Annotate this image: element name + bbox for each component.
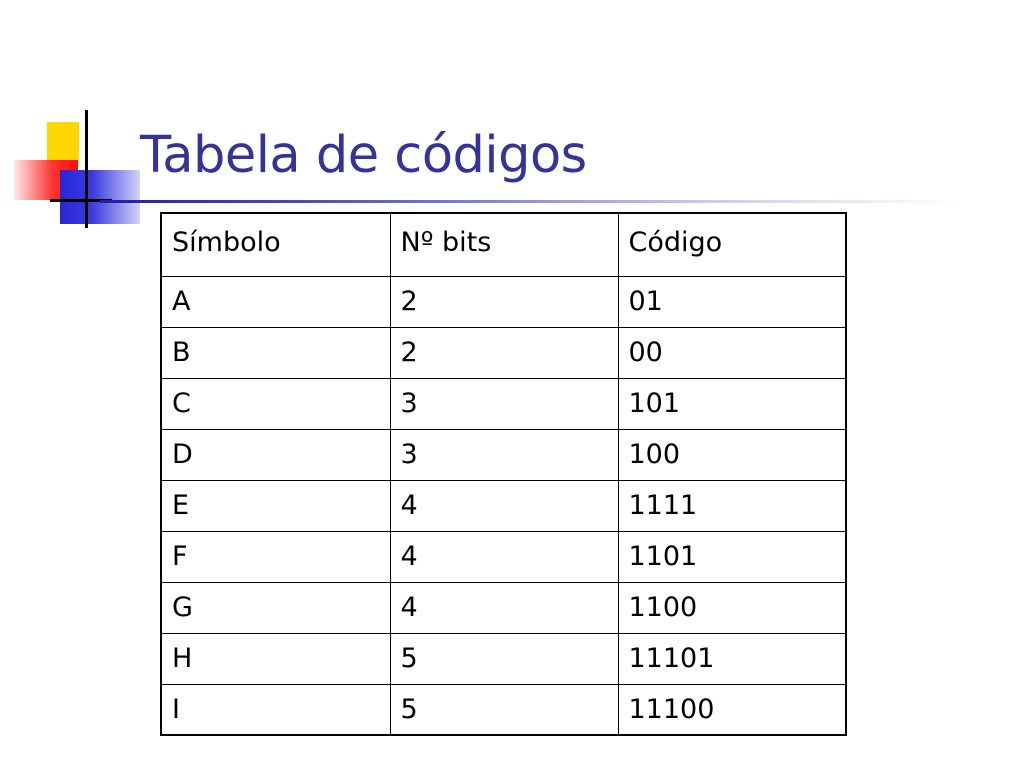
title-underline <box>100 200 960 203</box>
code-cell: 1101 <box>617 530 847 583</box>
code-table: Símbolo Nº bits Código A 2 01 B 2 00 C 3… <box>160 212 847 736</box>
table-row: E 4 1111 <box>160 479 847 532</box>
code-cell: 01 <box>617 275 847 328</box>
code-cell: 1111 <box>617 479 847 532</box>
symbol-cell: H <box>160 632 391 685</box>
table-row: A 2 01 <box>160 275 847 328</box>
yellow-square-decoration <box>47 122 79 162</box>
column-header-bits: Nº bits <box>389 212 619 277</box>
symbol-cell: F <box>160 530 391 583</box>
code-cell: 11101 <box>617 632 847 685</box>
symbol-cell: E <box>160 479 391 532</box>
code-cell: 11100 <box>617 683 847 736</box>
table-row: I 5 11100 <box>160 683 847 736</box>
symbol-cell: D <box>160 428 391 481</box>
symbol-cell: G <box>160 581 391 634</box>
slide: Tabela de códigos Símbolo Nº bits Código… <box>0 0 1024 768</box>
code-cell: 00 <box>617 326 847 379</box>
vertical-line-decoration <box>85 110 88 228</box>
bits-cell: 3 <box>389 428 619 481</box>
code-cell: 1100 <box>617 581 847 634</box>
table-row: B 2 00 <box>160 326 847 379</box>
column-header-code: Código <box>617 212 847 277</box>
bits-cell: 4 <box>389 530 619 583</box>
column-header-symbol: Símbolo <box>160 212 391 277</box>
blue-square-decoration <box>60 170 140 224</box>
table-row: H 5 11101 <box>160 632 847 685</box>
bits-cell: 4 <box>389 581 619 634</box>
bits-cell: 5 <box>389 632 619 685</box>
code-cell: 101 <box>617 377 847 430</box>
code-cell: 100 <box>617 428 847 481</box>
bits-cell: 3 <box>389 377 619 430</box>
symbol-cell: B <box>160 326 391 379</box>
symbol-cell: I <box>160 683 391 736</box>
table-row: G 4 1100 <box>160 581 847 634</box>
bits-cell: 2 <box>389 326 619 379</box>
decorative-logo <box>0 0 160 240</box>
bits-cell: 5 <box>389 683 619 736</box>
table-header-row: Símbolo Nº bits Código <box>160 212 847 277</box>
symbol-cell: C <box>160 377 391 430</box>
bits-cell: 2 <box>389 275 619 328</box>
slide-title: Tabela de códigos <box>140 126 587 185</box>
table-row: D 3 100 <box>160 428 847 481</box>
table-row: F 4 1101 <box>160 530 847 583</box>
table-row: C 3 101 <box>160 377 847 430</box>
symbol-cell: A <box>160 275 391 328</box>
bits-cell: 4 <box>389 479 619 532</box>
code-table-container: Símbolo Nº bits Código A 2 01 B 2 00 C 3… <box>160 212 847 736</box>
